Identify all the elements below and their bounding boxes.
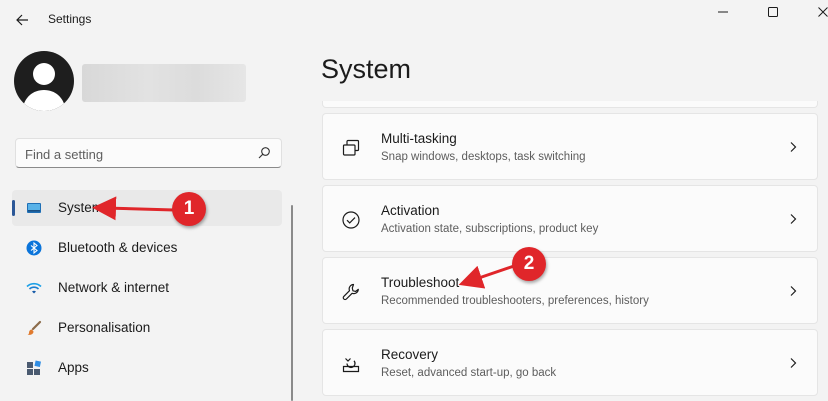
maximize-icon xyxy=(768,7,778,17)
activation-icon xyxy=(342,211,360,229)
bluetooth-icon xyxy=(26,240,42,256)
chevron-right-icon xyxy=(790,358,797,368)
settings-card-activation[interactable]: Activation Activation state, subscriptio… xyxy=(322,185,818,252)
recovery-icon xyxy=(342,358,360,373)
settings-card-troubleshoot[interactable]: Troubleshoot Recommended troubleshooters… xyxy=(322,257,818,324)
card-title: Activation xyxy=(381,203,440,218)
chevron-right-icon xyxy=(790,214,797,224)
sidebar-item-label: Personalisation xyxy=(58,320,151,335)
minimize-button[interactable] xyxy=(700,0,746,24)
settings-card-multitasking[interactable]: Multi-tasking Snap windows, desktops, ta… xyxy=(322,113,818,180)
search-input[interactable] xyxy=(25,145,245,163)
settings-card-recovery[interactable]: Recovery Reset, advanced start-up, go ba… xyxy=(322,329,818,396)
minimize-icon xyxy=(718,11,728,13)
close-icon xyxy=(818,7,828,17)
system-icon xyxy=(27,203,41,213)
sidebar-scrollbar[interactable] xyxy=(291,205,293,401)
avatar[interactable] xyxy=(14,51,74,111)
multitasking-icon xyxy=(342,139,360,156)
sidebar-item-label: System xyxy=(58,200,104,215)
sidebar-item-apps[interactable]: Apps xyxy=(12,350,282,386)
wifi-icon xyxy=(26,282,42,294)
user-avatar-icon xyxy=(22,63,66,111)
brush-icon xyxy=(27,320,42,335)
maximize-button[interactable] xyxy=(750,0,796,24)
title-bar: Settings xyxy=(0,0,828,40)
sidebar-item-bluetooth[interactable]: Bluetooth & devices xyxy=(12,230,282,266)
wrench-icon xyxy=(342,283,359,301)
search-box[interactable] xyxy=(15,138,282,168)
card-title: Multi-tasking xyxy=(381,131,457,146)
card-description: Reset, advanced start-up, go back xyxy=(381,367,557,379)
back-arrow-icon xyxy=(16,14,28,26)
card-description: Recommended troubleshooters, preferences… xyxy=(381,295,649,307)
sidebar-item-label: Network & internet xyxy=(58,280,170,295)
card-description: Activation state, subscriptions, product… xyxy=(381,223,599,235)
sidebar-item-label: Bluetooth & devices xyxy=(58,240,178,255)
card-description: Snap windows, desktops, task switching xyxy=(381,151,586,163)
card-title: Recovery xyxy=(381,347,439,362)
sidebar-item-network[interactable]: Network & internet xyxy=(12,270,282,306)
close-button[interactable] xyxy=(800,0,828,24)
card-title: Troubleshoot xyxy=(381,275,460,290)
sidebar-item-label: Apps xyxy=(58,360,89,375)
sidebar-item-personalisation[interactable]: Personalisation xyxy=(12,310,282,346)
active-indicator xyxy=(12,200,15,216)
chevron-right-icon xyxy=(790,286,797,296)
user-name-redacted xyxy=(82,64,246,102)
chevron-right-icon xyxy=(790,142,797,152)
annotation-badge-2: 2 xyxy=(512,247,546,281)
search-icon xyxy=(258,147,270,159)
annotation-badge-1: 1 xyxy=(172,192,206,226)
back-button[interactable] xyxy=(8,6,36,34)
page-title: System xyxy=(321,54,412,84)
apps-icon xyxy=(27,360,42,375)
previous-card-edge xyxy=(322,101,818,108)
app-title: Settings xyxy=(48,12,92,26)
sidebar-item-system[interactable]: System xyxy=(12,190,282,226)
